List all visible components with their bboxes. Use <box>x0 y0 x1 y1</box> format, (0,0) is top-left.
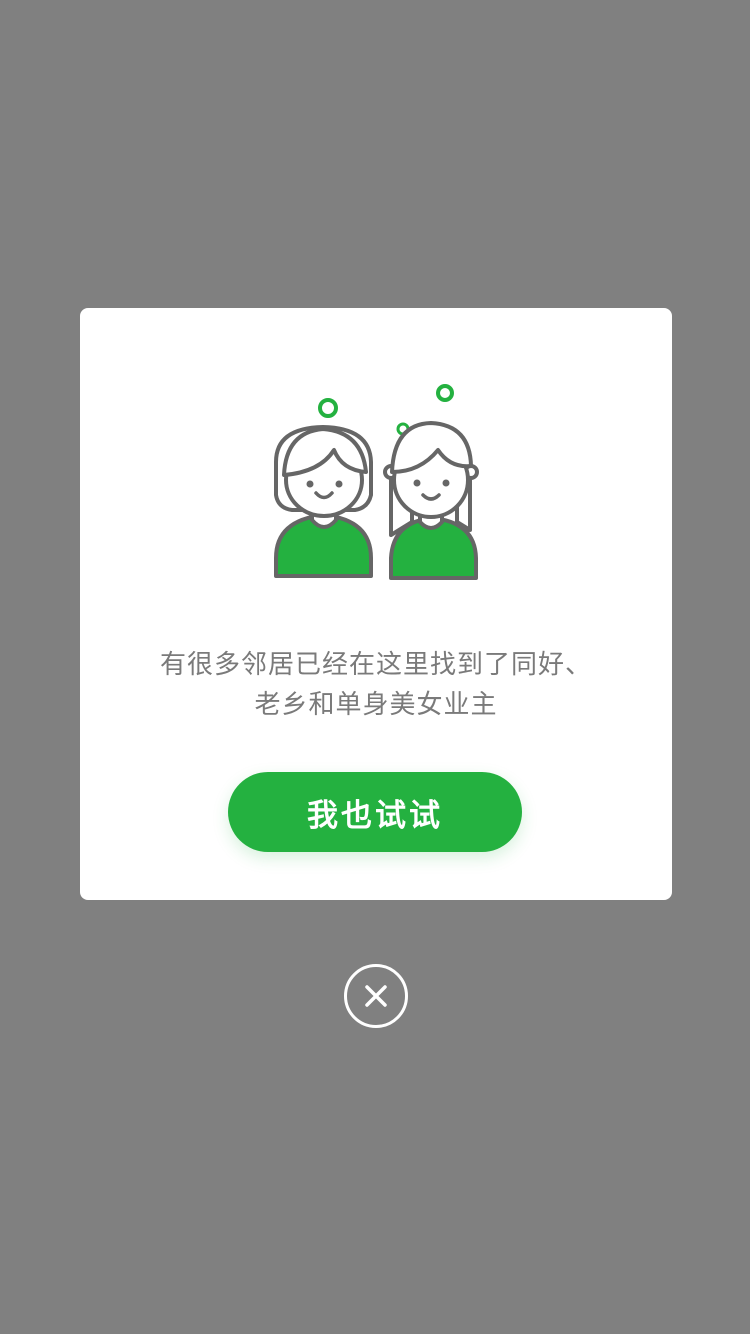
invite-message: 有很多邻居已经在这里找到了同好、 老乡和单身美女业主 <box>80 645 672 725</box>
two-neighbors-illustration <box>260 380 490 590</box>
invite-message-line: 老乡和单身美女业主 <box>254 690 498 720</box>
close-button[interactable] <box>344 964 408 1028</box>
invite-message-line: 有很多邻居已经在这里找到了同好、 <box>159 650 592 680</box>
close-icon <box>365 985 387 1007</box>
try-it-button[interactable]: 我也试试 <box>228 772 522 852</box>
